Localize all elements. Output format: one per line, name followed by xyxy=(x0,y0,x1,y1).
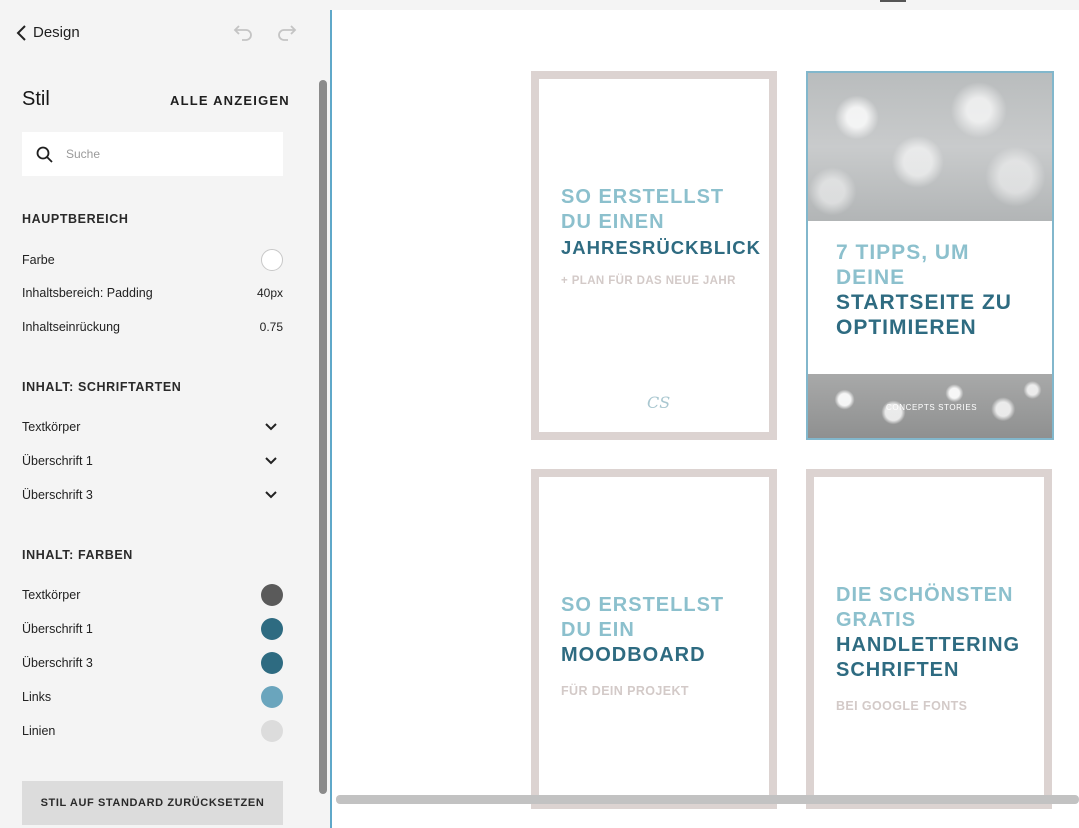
card-title-line: HANDLETTERING xyxy=(836,634,1021,656)
back-label: Design xyxy=(33,24,80,41)
panel-topbar: Design xyxy=(0,0,316,64)
color-swatch[interactable] xyxy=(261,686,283,708)
card-title-line: SCHRIFTEN xyxy=(836,659,960,681)
section-heading-farben: INHALT: FARBEN xyxy=(22,548,133,562)
color-row-textkoerper[interactable]: Textkörper xyxy=(22,584,283,606)
color-swatch[interactable] xyxy=(261,720,283,742)
chevron-down-icon[interactable] xyxy=(265,423,277,431)
blog-card-featured[interactable]: 7 TIPPS, UM DEINE STARTSEITE ZU OPTIMIER… xyxy=(806,71,1054,440)
color-row-links[interactable]: Links xyxy=(22,686,283,708)
panel-title: Stil xyxy=(22,88,50,110)
search-box[interactable] xyxy=(22,132,283,176)
chevron-left-icon xyxy=(16,24,26,41)
color-row-linien[interactable]: Linien xyxy=(22,720,283,742)
einrueckung-label: Inhaltseinrückung xyxy=(22,320,120,334)
color-label: Überschrift 3 xyxy=(22,656,93,670)
card-subtitle: FÜR DEIN PROJEKT xyxy=(561,684,689,698)
padding-value[interactable]: 40px xyxy=(257,286,283,300)
search-icon xyxy=(36,146,53,163)
font-row-ueberschrift-1[interactable]: Überschrift 1 xyxy=(22,450,283,472)
card-title-line: GRATIS xyxy=(836,609,917,631)
farbe-label: Farbe xyxy=(22,253,55,267)
search-input[interactable] xyxy=(66,147,266,161)
show-all-link[interactable]: ALLE ANZEIGEN xyxy=(170,93,290,108)
style-panel: Design Stil ALLE ANZEIGEN HAUPTBEREICH F… xyxy=(0,0,316,828)
einrueckung-row[interactable]: Inhaltseinrückung 0.75 xyxy=(22,316,283,338)
card-title-line: MOODBOARD xyxy=(561,644,706,666)
color-label: Linien xyxy=(22,724,56,738)
color-row-ueberschrift-1[interactable]: Überschrift 1 xyxy=(22,618,283,640)
back-to-design-button[interactable]: Design xyxy=(16,24,80,41)
padding-label: Inhaltsbereich: Padding xyxy=(22,286,153,300)
card-title-line: 7 TIPPS, UM xyxy=(836,241,970,264)
card-title-line: DU EINEN xyxy=(561,211,665,233)
card-title-line: SO ERSTELLST xyxy=(561,594,725,616)
card-title-line: STARTSEITE ZU xyxy=(836,291,1012,314)
padding-row[interactable]: Inhaltsbereich: Padding 40px xyxy=(22,282,283,304)
font-label: Überschrift 3 xyxy=(22,488,93,502)
einrueckung-value[interactable]: 0.75 xyxy=(260,320,283,334)
chevron-down-icon[interactable] xyxy=(265,457,277,465)
card-title-line: DIE SCHÖNSTEN xyxy=(836,584,1014,606)
card-title-line: SO ERSTELLST xyxy=(561,186,725,208)
card-subtitle: + PLAN FÜR DAS NEUE JAHR xyxy=(561,275,736,287)
top-indicator xyxy=(880,0,906,2)
card-title-line: DU EIN xyxy=(561,619,635,641)
preview-horizontal-scrollbar[interactable] xyxy=(336,795,1079,804)
card-title-line: OPTIMIEREN xyxy=(836,316,977,339)
color-label: Textkörper xyxy=(22,588,81,602)
color-swatch[interactable] xyxy=(261,584,283,606)
font-label: Überschrift 1 xyxy=(22,454,93,468)
reset-style-button[interactable]: STIL AUF STANDARD ZURÜCKSETZEN xyxy=(22,781,283,825)
undo-icon[interactable] xyxy=(232,22,254,42)
card-photo xyxy=(808,73,1052,221)
font-row-textkoerper[interactable]: Textkörper xyxy=(22,416,283,438)
card-title-line: DEINE xyxy=(836,266,906,289)
color-row-ueberschrift-3[interactable]: Überschrift 3 xyxy=(22,652,283,674)
card-brand: CONCEPTS STORIES xyxy=(886,403,978,412)
card-title-line: JAHRESRÜCKBLICK xyxy=(561,237,762,258)
font-label: Textkörper xyxy=(22,420,81,434)
color-label: Links xyxy=(22,690,52,704)
section-heading-hauptbereich: HAUPTBEREICH xyxy=(22,212,129,226)
logo-icon: CS xyxy=(647,393,671,412)
card-subtitle: BEI GOOGLE FONTS xyxy=(836,699,968,713)
redo-icon[interactable] xyxy=(276,22,298,42)
blog-card[interactable]: SO ERSTELLST DU EINEN JAHRESRÜCKBLICK + … xyxy=(531,71,777,440)
farbe-swatch[interactable] xyxy=(261,249,283,271)
font-row-ueberschrift-3[interactable]: Überschrift 3 xyxy=(22,484,283,506)
panel-scrollbar[interactable] xyxy=(319,80,327,794)
card-photo: CONCEPTS STORIES xyxy=(808,374,1052,438)
color-swatch[interactable] xyxy=(261,618,283,640)
farbe-row[interactable]: Farbe xyxy=(22,249,283,271)
chevron-down-icon[interactable] xyxy=(265,491,277,499)
blog-card[interactable]: DIE SCHÖNSTEN GRATIS HANDLETTERING SCHRI… xyxy=(806,469,1052,809)
section-heading-schriftarten: INHALT: SCHRIFTARTEN xyxy=(22,380,182,394)
color-label: Überschrift 1 xyxy=(22,622,93,636)
color-swatch[interactable] xyxy=(261,652,283,674)
page-preview[interactable]: SO ERSTELLST DU EINEN JAHRESRÜCKBLICK + … xyxy=(330,10,1079,828)
blog-card[interactable]: SO ERSTELLST DU EIN MOODBOARD FÜR DEIN P… xyxy=(531,469,777,809)
